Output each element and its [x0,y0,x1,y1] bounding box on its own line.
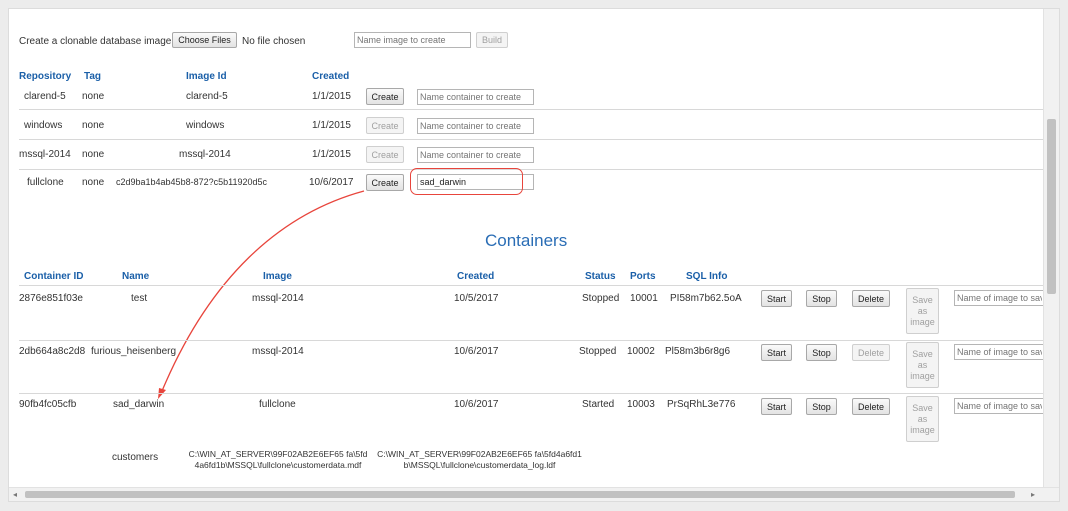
save-image-name-input[interactable] [954,398,1045,414]
delete-button[interactable]: Delete [852,290,890,307]
scroll-left-icon[interactable]: ◂ [13,490,17,499]
ldf-path: C:\WIN_AT_SERVER\99F02AB2E6EF65 fa\5fd4a… [377,449,582,470]
delete-button[interactable]: Delete [852,344,890,361]
start-button[interactable]: Start [761,344,792,361]
save-as-image-button[interactable]: Save as image [906,396,939,442]
row-divider [19,285,1045,286]
header-created: Created [457,271,495,282]
save-image-name-input[interactable] [954,290,1045,306]
header-ports: Ports [630,271,656,282]
row-divider [19,393,1045,394]
container-sql-info: PrSqRhL3e776 [667,399,736,410]
container-name: furious_heisenberg [91,346,177,357]
container-image: fullclone [259,399,296,410]
browser-window: Create a clonable database image Choose … [8,8,1060,502]
stop-button[interactable]: Stop [806,344,837,361]
containers-title: Containers [485,231,568,250]
container-status: Stopped [582,293,620,304]
container-id: 2db664a8c2d8 [19,346,86,357]
horizontal-scrollbar[interactable]: ◂ ▸ [9,487,1059,501]
container-created: 10/5/2017 [454,293,499,304]
header-name: Name [122,271,150,282]
page-content: Create a clonable database image Choose … [9,9,1045,489]
container-ports: 10003 [627,399,655,410]
header-sql-info: SQL Info [686,271,728,282]
container-created: 10/6/2017 [454,346,499,357]
header-image: Image [263,271,292,282]
container-sql-info: PI58m7b62.5oA [670,293,742,304]
save-as-image-button[interactable]: Save as image [906,288,939,334]
container-status: Stopped [579,346,617,357]
save-as-image-button[interactable]: Save as image [906,342,939,388]
container-id: 90fb4fc05cfb [19,399,77,410]
row-divider [19,340,1045,341]
header-container-id: Container ID [24,271,84,282]
horizontal-scrollbar-thumb[interactable] [25,491,1015,498]
container-id: 2876e851f03e [19,293,83,304]
vertical-scrollbar-thumb[interactable] [1047,119,1056,294]
save-image-name-input[interactable] [954,344,1045,360]
container-sql-info: Pl58m3b6r8g6 [665,346,731,357]
stop-button[interactable]: Stop [806,398,837,415]
container-image: mssql-2014 [252,346,304,357]
stop-button[interactable]: Stop [806,290,837,307]
database-name: customers [112,452,159,463]
header-status: Status [585,271,616,282]
container-ports: 10002 [627,346,655,357]
start-button[interactable]: Start [761,290,792,307]
start-button[interactable]: Start [761,398,792,415]
container-name: test [131,293,148,304]
container-ports: 10001 [630,293,658,304]
delete-button[interactable]: Delete [852,398,890,415]
container-created: 10/6/2017 [454,399,499,410]
vertical-scrollbar[interactable] [1043,9,1059,489]
container-image: mssql-2014 [252,293,304,304]
scroll-right-icon[interactable]: ▸ [1031,490,1035,499]
mdf-path: C:\WIN_AT_SERVER\99F02AB2E6EF65 fa\5fd4a… [188,449,368,470]
container-name: sad_darwin [113,399,165,410]
container-status: Started [582,399,615,410]
